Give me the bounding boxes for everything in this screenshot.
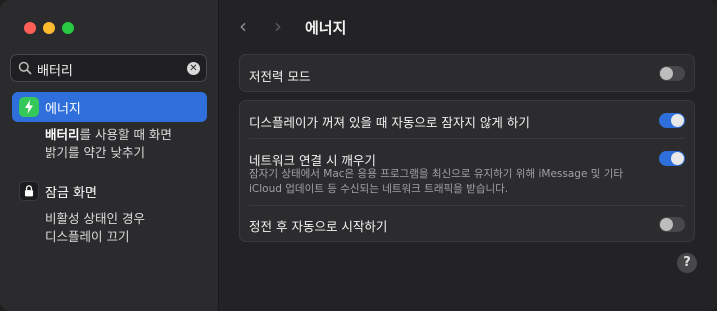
description-line: 잠자기 상태에서 Mac은 응용 프로그램을 최신으로 유지하기 위해 iMes… <box>249 168 624 180</box>
description-line: iCloud 업데이트 등 수신되는 네트워크 트래픽을 받습니다. <box>249 183 509 195</box>
sidebar-item-lock-screen[interactable]: 잠금 화면 <box>12 176 207 206</box>
zoom-window-button[interactable] <box>62 22 74 34</box>
sidebar-item-energy[interactable]: 에너지 <box>12 92 207 122</box>
prevent-sleep-toggle[interactable] <box>659 113 685 128</box>
wake-for-network-row: 네트워크 연결 시 깨우기 잠자기 상태에서 Mac은 응용 프로그램을 최신으… <box>240 139 694 205</box>
search-result-lock-screen[interactable]: 비활성 상태인 경우 디스플레이 끄기 <box>45 210 145 246</box>
close-window-button[interactable] <box>24 22 36 34</box>
prevent-sleep-label: 디스플레이가 꺼져 있을 때 자동으로 잠자지 않게 하기 <box>249 115 530 130</box>
minimize-window-button[interactable] <box>43 22 55 34</box>
auto-restart-row: 정전 후 자동으로 시작하기 <box>240 205 694 243</box>
clear-search-icon[interactable]: ✕ <box>187 62 200 75</box>
low-power-label: 저전력 모드 <box>249 69 311 84</box>
page-title: 에너지 <box>305 19 347 37</box>
main-panel: ‹ › 에너지 저전력 모드 디스플레이가 꺼져 있을 때 자동으로 잠자지 않… <box>219 0 717 311</box>
wake-for-network-toggle[interactable] <box>659 151 685 166</box>
low-power-card: 저전력 모드 <box>239 54 695 92</box>
settings-window: 배터리 ✕ 에너지 배터리를 사용할 때 화면 밝기를 약간 낮추기 잠금 화면 <box>0 0 717 311</box>
sidebar: 배터리 ✕ 에너지 배터리를 사용할 때 화면 밝기를 약간 낮추기 잠금 화면 <box>0 0 219 311</box>
lock-icon <box>19 181 39 201</box>
help-button[interactable]: ? <box>677 253 697 273</box>
search-result-text: 를 사용할 때 화면 <box>79 127 172 142</box>
sidebar-item-label: 에너지 <box>45 102 81 117</box>
low-power-row: 저전력 모드 <box>240 55 694 93</box>
search-result-text: 밝기를 약간 낮추기 <box>45 145 145 160</box>
search-field[interactable]: 배터리 ✕ <box>10 54 207 82</box>
search-result-energy[interactable]: 배터리를 사용할 때 화면 밝기를 약간 낮추기 <box>45 126 172 162</box>
energy-options-card: 디스플레이가 꺼져 있을 때 자동으로 잠자지 않게 하기 네트워크 연결 시 … <box>239 100 695 242</box>
auto-restart-label: 정전 후 자동으로 시작하기 <box>249 219 388 234</box>
search-icon <box>18 61 32 75</box>
back-button[interactable]: ‹ <box>239 14 247 38</box>
search-result-text: 디스플레이 끄기 <box>45 229 130 244</box>
bolt-icon <box>19 97 39 117</box>
auto-restart-toggle[interactable] <box>659 217 685 232</box>
wake-for-network-description: 잠자기 상태에서 Mac은 응용 프로그램을 최신으로 유지하기 위해 iMes… <box>249 167 639 197</box>
search-result-text: 비활성 상태인 경우 <box>45 211 145 226</box>
prevent-sleep-row: 디스플레이가 꺼져 있을 때 자동으로 잠자지 않게 하기 <box>240 101 694 139</box>
search-input[interactable]: 배터리 <box>37 60 73 79</box>
forward-button[interactable]: › <box>274 14 282 38</box>
search-highlight: 배터리 <box>45 127 80 142</box>
low-power-toggle[interactable] <box>659 66 685 81</box>
sidebar-item-label: 잠금 화면 <box>45 186 97 201</box>
